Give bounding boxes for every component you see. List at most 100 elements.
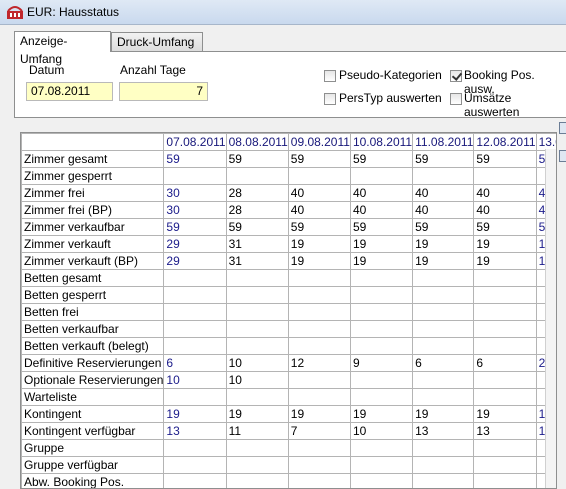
- value-cell[interactable]: 7: [287, 422, 351, 440]
- tab-anzeige-umfang[interactable]: Anzeige-Umfang: [14, 31, 111, 66]
- value-cell[interactable]: [287, 286, 351, 304]
- value-cell[interactable]: [163, 388, 227, 406]
- table-row[interactable]: Zimmer gesamt59595959595959: [21, 150, 556, 168]
- value-cell[interactable]: [287, 320, 351, 338]
- value-cell[interactable]: 19: [473, 405, 537, 423]
- value-cell[interactable]: 40: [412, 184, 475, 202]
- value-cell[interactable]: [412, 388, 475, 406]
- umsaetze-checkbox[interactable]: [450, 93, 462, 105]
- value-cell[interactable]: [225, 473, 289, 488]
- value-cell[interactable]: 30: [163, 184, 227, 202]
- value-cell[interactable]: [287, 456, 351, 474]
- value-cell[interactable]: [163, 439, 227, 457]
- table-row[interactable]: Gruppe: [21, 439, 556, 457]
- value-cell[interactable]: 19: [225, 405, 289, 423]
- value-cell[interactable]: 13: [163, 422, 227, 440]
- perstyp-checkbox[interactable]: [324, 93, 336, 105]
- value-cell[interactable]: 19: [349, 252, 414, 270]
- value-cell[interactable]: [225, 320, 289, 338]
- anzahl-tage-field[interactable]: 7: [119, 82, 208, 101]
- table-row[interactable]: Zimmer verkauft29311919191919: [21, 235, 556, 253]
- value-cell[interactable]: 10: [349, 422, 414, 440]
- value-cell[interactable]: [473, 456, 537, 474]
- value-cell[interactable]: [287, 473, 351, 488]
- value-cell[interactable]: [349, 473, 414, 488]
- table-row[interactable]: Kontingent verfügbar1311710131317: [21, 422, 556, 440]
- side-expand-button[interactable]: [559, 122, 566, 134]
- value-cell[interactable]: 40: [412, 201, 475, 219]
- datum-field[interactable]: 07.08.2011: [26, 82, 113, 101]
- table-row[interactable]: Zimmer verkaufbar59595959595959: [21, 218, 556, 236]
- value-cell[interactable]: [163, 269, 227, 287]
- value-cell[interactable]: 19: [412, 405, 475, 423]
- value-cell[interactable]: [349, 439, 414, 457]
- table-row[interactable]: Zimmer frei30284040404040: [21, 184, 556, 202]
- value-cell[interactable]: 10: [225, 371, 289, 389]
- value-cell[interactable]: 6: [163, 354, 227, 372]
- value-cell[interactable]: [287, 167, 351, 185]
- value-cell[interactable]: [349, 388, 414, 406]
- value-cell[interactable]: 19: [287, 405, 351, 423]
- value-cell[interactable]: 59: [473, 150, 537, 168]
- value-cell[interactable]: 9: [349, 354, 414, 372]
- value-cell[interactable]: [225, 286, 289, 304]
- value-cell[interactable]: [287, 269, 351, 287]
- value-cell[interactable]: 13: [473, 422, 537, 440]
- value-cell[interactable]: [412, 167, 475, 185]
- booking-pos-checkbox[interactable]: [450, 70, 462, 82]
- value-cell[interactable]: [473, 337, 537, 355]
- value-cell[interactable]: 19: [349, 405, 414, 423]
- table-row[interactable]: Betten frei: [21, 303, 556, 321]
- tab-druck-umfang[interactable]: Druck-Umfang: [111, 32, 203, 51]
- value-cell[interactable]: 12: [287, 354, 351, 372]
- pseudo-kategorien-checkbox[interactable]: [324, 70, 336, 82]
- value-cell[interactable]: 59: [287, 218, 351, 236]
- value-cell[interactable]: [163, 303, 227, 321]
- value-cell[interactable]: 11: [225, 422, 289, 440]
- value-cell[interactable]: 28: [225, 201, 289, 219]
- value-cell[interactable]: 59: [412, 218, 475, 236]
- value-cell[interactable]: [412, 303, 475, 321]
- value-cell[interactable]: [349, 456, 414, 474]
- value-cell[interactable]: [163, 456, 227, 474]
- value-cell[interactable]: [473, 286, 537, 304]
- table-row[interactable]: Betten gesamt: [21, 269, 556, 287]
- value-cell[interactable]: 13: [412, 422, 475, 440]
- value-cell[interactable]: 40: [349, 184, 414, 202]
- table-row[interactable]: Definitive Reservierungen 6 10 12 9 6 6 2: [21, 354, 556, 372]
- value-cell[interactable]: [349, 320, 414, 338]
- value-cell[interactable]: 31: [225, 235, 289, 253]
- value-cell[interactable]: [349, 337, 414, 355]
- table-row[interactable]: Betten verkaufbar: [21, 320, 556, 338]
- value-cell[interactable]: [225, 439, 289, 457]
- value-cell[interactable]: [163, 167, 227, 185]
- value-cell[interactable]: 40: [473, 184, 537, 202]
- table-row[interactable]: Betten gesperrt: [21, 286, 556, 304]
- value-cell[interactable]: 59: [473, 218, 537, 236]
- value-cell[interactable]: [287, 303, 351, 321]
- table-row[interactable]: Abw. Booking Pos.: [21, 473, 556, 488]
- value-cell[interactable]: 19: [412, 235, 475, 253]
- value-cell[interactable]: [412, 320, 475, 338]
- value-cell[interactable]: [412, 371, 475, 389]
- value-cell[interactable]: [225, 269, 289, 287]
- value-cell[interactable]: 59: [349, 218, 414, 236]
- value-cell[interactable]: [163, 286, 227, 304]
- value-cell[interactable]: [412, 269, 475, 287]
- value-cell[interactable]: [473, 473, 537, 488]
- value-cell[interactable]: [412, 456, 475, 474]
- table-row[interactable]: Optionale Reservierungen 10 10: [21, 371, 556, 389]
- value-cell[interactable]: [163, 320, 227, 338]
- table-row[interactable]: Zimmer gesperrt: [21, 167, 556, 185]
- value-cell[interactable]: [473, 439, 537, 457]
- table-row[interactable]: Betten verkauft (belegt): [21, 337, 556, 355]
- table-row[interactable]: Kontingent19191919191919: [21, 405, 556, 423]
- value-cell[interactable]: 19: [349, 235, 414, 253]
- value-cell[interactable]: 6: [473, 354, 537, 372]
- value-cell[interactable]: 6: [412, 354, 475, 372]
- value-cell[interactable]: [225, 167, 289, 185]
- value-cell[interactable]: 29: [163, 235, 227, 253]
- value-cell[interactable]: [225, 456, 289, 474]
- value-cell[interactable]: [225, 337, 289, 355]
- value-cell[interactable]: 59: [163, 218, 227, 236]
